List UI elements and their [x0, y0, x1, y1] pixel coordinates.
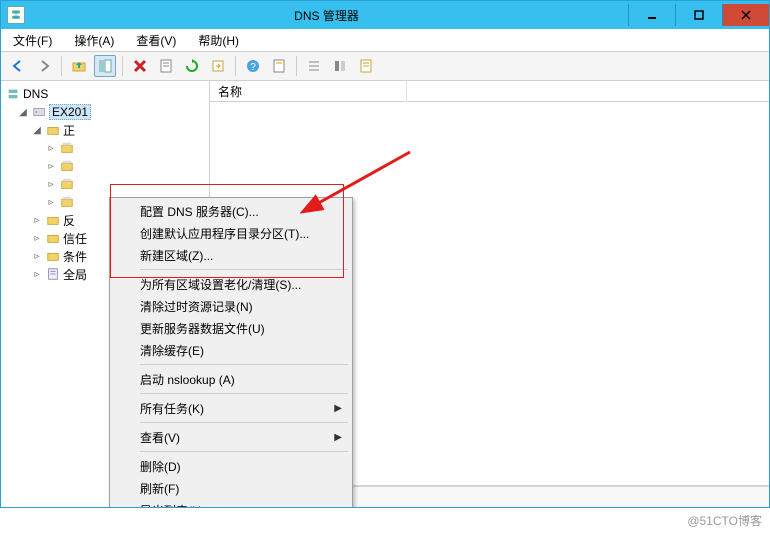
zone-icon: [59, 158, 75, 174]
tree-label: 全局: [63, 266, 87, 283]
tree-label: 正: [63, 122, 75, 139]
ctx-separator: [140, 269, 348, 270]
tree-server-node[interactable]: ◢ EX201: [3, 103, 207, 121]
sheet-plus-icon[interactable]: [355, 55, 377, 77]
tree-zone-item[interactable]: ▹: [3, 157, 207, 175]
tree-root-label: DNS: [23, 87, 48, 101]
menu-file[interactable]: 文件(F): [7, 30, 58, 51]
submenu-arrow-icon: ▶: [334, 403, 342, 414]
ctx-nslookup[interactable]: 启动 nslookup (A): [112, 368, 350, 390]
expand-icon[interactable]: ▹: [45, 143, 57, 154]
svg-text:?: ?: [250, 62, 256, 73]
tree-forward-zones[interactable]: ◢ 正: [3, 121, 207, 139]
ctx-view[interactable]: 查看(V)▶: [112, 426, 350, 448]
server-icon: [31, 104, 47, 120]
minimize-button[interactable]: [628, 4, 675, 26]
expand-icon[interactable]: ▹: [45, 197, 57, 208]
ctx-separator: [140, 422, 348, 423]
zone-icon: [59, 140, 75, 156]
ctx-new-zone[interactable]: 新建区域(Z)...: [112, 244, 350, 266]
help-icon[interactable]: ?: [242, 55, 264, 77]
app-icon: [7, 6, 25, 24]
folder-icon: [45, 248, 61, 264]
expand-icon[interactable]: ◢: [31, 125, 43, 136]
tree-label: 条件: [63, 248, 87, 265]
dns-icon: [5, 86, 21, 102]
context-menu: 配置 DNS 服务器(C)... 创建默认应用程序目录分区(T)... 新建区域…: [109, 197, 353, 507]
title-bar: DNS 管理器: [1, 1, 769, 29]
separator: [296, 56, 297, 76]
ctx-separator: [140, 451, 348, 452]
expand-icon[interactable]: ▹: [31, 269, 43, 280]
folder-icon: [45, 212, 61, 228]
expand-icon[interactable]: ◢: [17, 107, 29, 118]
column-name[interactable]: 名称: [210, 81, 407, 102]
ctx-create-partition[interactable]: 创建默认应用程序目录分区(T)...: [112, 222, 350, 244]
ctx-configure-dns[interactable]: 配置 DNS 服务器(C)...: [112, 200, 350, 222]
ctx-update-files[interactable]: 更新服务器数据文件(U): [112, 317, 350, 339]
window-controls: [628, 4, 769, 26]
back-button[interactable]: [7, 55, 29, 77]
ctx-separator: [140, 393, 348, 394]
submenu-arrow-icon: ▶: [334, 432, 342, 443]
delete-icon[interactable]: [129, 55, 151, 77]
list-icon[interactable]: [303, 55, 325, 77]
ctx-set-aging[interactable]: 为所有区域设置老化/清理(S)...: [112, 273, 350, 295]
folder-icon: [45, 230, 61, 246]
ctx-delete[interactable]: 删除(D): [112, 455, 350, 477]
export-icon[interactable]: [207, 55, 229, 77]
forward-button[interactable]: [33, 55, 55, 77]
expand-icon[interactable]: ▹: [31, 215, 43, 226]
tree-root-dns[interactable]: DNS: [3, 85, 207, 103]
zone-icon: [59, 176, 75, 192]
list-header[interactable]: 名称: [210, 81, 769, 102]
tool-bar: ?: [1, 52, 769, 81]
ctx-clear-cache[interactable]: 清除缓存(E): [112, 339, 350, 361]
ctx-separator: [140, 364, 348, 365]
separator: [235, 56, 236, 76]
refresh-green-icon[interactable]: [181, 55, 203, 77]
tree-zone-item[interactable]: ▹: [3, 139, 207, 157]
menu-help[interactable]: 帮助(H): [192, 30, 245, 51]
ctx-all-tasks[interactable]: 所有任务(K)▶: [112, 397, 350, 419]
separator: [122, 56, 123, 76]
tree-label: 反: [63, 212, 75, 229]
menu-bar: 文件(F) 操作(A) 查看(V) 帮助(H): [1, 29, 769, 52]
expand-icon[interactable]: ▹: [31, 251, 43, 262]
ctx-export-list[interactable]: 导出列表(L)...: [112, 499, 350, 507]
show-hide-tree-button[interactable]: [94, 55, 116, 77]
tree-label: 信任: [63, 230, 87, 247]
properties-icon[interactable]: [268, 55, 290, 77]
maximize-button[interactable]: [675, 4, 722, 26]
separator: [61, 56, 62, 76]
log-icon: [45, 266, 61, 282]
folder-up-icon[interactable]: [68, 55, 90, 77]
app-window: DNS 管理器 文件(F) 操作(A) 查看(V) 帮助(H): [0, 0, 770, 508]
content-area: DNS ◢ EX201 ◢ 正 ▹ ▹: [1, 81, 769, 507]
window-title: DNS 管理器: [25, 7, 628, 24]
expand-icon[interactable]: ▹: [45, 179, 57, 190]
expand-icon[interactable]: ▹: [45, 161, 57, 172]
ctx-refresh[interactable]: 刷新(F): [112, 477, 350, 499]
tree-zone-item[interactable]: ▹: [3, 175, 207, 193]
details-icon[interactable]: [329, 55, 351, 77]
zone-icon: [59, 194, 75, 210]
sheet-icon[interactable]: [155, 55, 177, 77]
menu-view[interactable]: 查看(V): [130, 30, 182, 51]
expand-icon[interactable]: ▹: [31, 233, 43, 244]
menu-action[interactable]: 操作(A): [68, 30, 120, 51]
close-button[interactable]: [722, 4, 769, 26]
watermark: @51CTO博客: [687, 512, 762, 529]
tree-server-label: EX201: [49, 104, 91, 120]
folder-icon: [45, 122, 61, 138]
ctx-clear-stale[interactable]: 清除过时资源记录(N): [112, 295, 350, 317]
